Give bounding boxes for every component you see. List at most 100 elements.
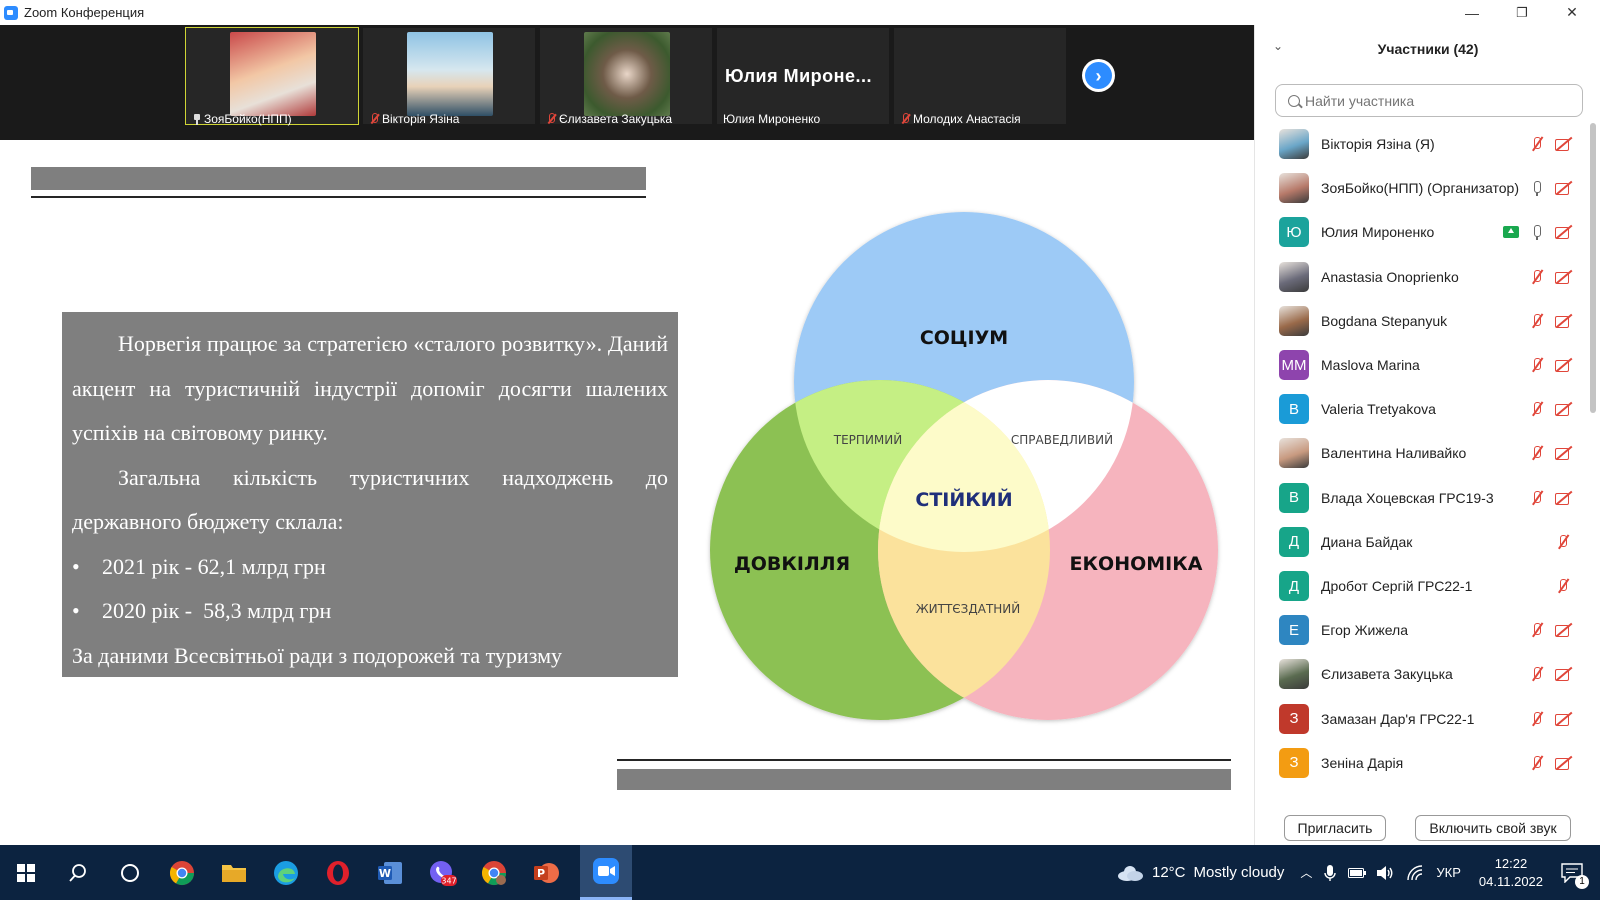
participant-row[interactable]: Валентина Наливайко bbox=[1255, 432, 1585, 476]
camera-off-icon[interactable] bbox=[1555, 490, 1571, 506]
mic-muted-icon[interactable] bbox=[1555, 534, 1571, 550]
camera-off-icon[interactable] bbox=[1555, 357, 1571, 373]
cloud-icon bbox=[1118, 865, 1143, 881]
avatar bbox=[1279, 305, 1309, 336]
mic-muted-icon[interactable] bbox=[1529, 313, 1545, 329]
participant-row[interactable]: Єлизавета Закуцька bbox=[1255, 653, 1585, 697]
powerpoint-icon[interactable]: P bbox=[528, 855, 564, 891]
minimize-button[interactable]: — bbox=[1448, 0, 1496, 25]
battery-icon[interactable] bbox=[1348, 867, 1367, 879]
camera-off-icon[interactable] bbox=[1555, 224, 1571, 240]
participant-row[interactable]: Д Диана Байдак bbox=[1255, 521, 1585, 565]
participant-video bbox=[407, 32, 493, 116]
viber-icon[interactable]: 347 bbox=[424, 855, 460, 891]
camera-off-icon[interactable] bbox=[1555, 136, 1571, 152]
slide-bullet: • 2021 рік - 62,1 млрд грн bbox=[72, 553, 326, 579]
chrome-icon[interactable] bbox=[164, 855, 200, 891]
camera-off-icon[interactable] bbox=[1555, 666, 1571, 682]
mic-muted-icon[interactable] bbox=[1529, 445, 1545, 461]
mic-muted-icon[interactable] bbox=[1529, 711, 1545, 727]
camera-off-icon[interactable] bbox=[1555, 313, 1571, 329]
participant-row[interactable]: Ю Юлия Мироненко bbox=[1255, 211, 1585, 255]
participant-row[interactable]: Anastasia Onoprienko bbox=[1255, 256, 1585, 300]
invite-button[interactable]: Пригласить bbox=[1284, 815, 1386, 841]
edge-icon[interactable] bbox=[268, 855, 304, 891]
mic-muted-icon[interactable] bbox=[1555, 578, 1571, 594]
video-thumbnail[interactable]: Молодих Анастасія bbox=[894, 28, 1066, 126]
participant-video bbox=[230, 32, 316, 116]
camera-off-icon[interactable] bbox=[1555, 622, 1571, 638]
panel-title: Участники (42) bbox=[1377, 41, 1479, 57]
restore-button[interactable]: ❐ bbox=[1498, 0, 1546, 25]
viber-badge: 347 bbox=[441, 877, 456, 886]
next-page-button[interactable]: › bbox=[1082, 59, 1115, 92]
search-icon[interactable] bbox=[60, 855, 96, 891]
participant-row[interactable]: ЗояБойко(НПП) (Организатор) bbox=[1255, 167, 1585, 211]
opera-icon[interactable] bbox=[320, 855, 356, 891]
language-indicator[interactable]: УКР bbox=[1436, 865, 1461, 880]
microphone-icon[interactable] bbox=[1529, 180, 1545, 197]
participant-row[interactable]: ММ Maslova Marina bbox=[1255, 344, 1585, 388]
video-thumbnail[interactable]: Юлия Мироне... Юлия Мироненко bbox=[717, 28, 889, 126]
file-explorer-icon[interactable] bbox=[216, 855, 252, 891]
mic-muted-icon[interactable] bbox=[1529, 666, 1545, 682]
participant-name: Диана Байдак bbox=[1321, 533, 1413, 550]
camera-off-icon[interactable] bbox=[1555, 269, 1571, 285]
cortana-icon[interactable] bbox=[112, 855, 148, 891]
video-thumbnail[interactable]: Вікторія Язіна bbox=[363, 28, 535, 126]
notification-icon[interactable]: 1 bbox=[1561, 862, 1590, 889]
video-thumbnail[interactable]: Єлизавета Закуцька bbox=[540, 28, 712, 126]
mic-muted-icon[interactable] bbox=[1529, 136, 1545, 152]
wifi-icon[interactable] bbox=[1406, 864, 1424, 881]
chevron-right-icon: › bbox=[1085, 62, 1112, 89]
weather-text[interactable]: Mostly cloudy bbox=[1194, 864, 1285, 881]
camera-off-icon[interactable] bbox=[1555, 401, 1571, 417]
chevron-up-icon[interactable]: ︿ bbox=[1300, 864, 1312, 881]
clock[interactable]: 12:22 04.11.2022 bbox=[1479, 855, 1543, 891]
venn-label-tolerable: ТЕРПИМИЙ bbox=[833, 432, 902, 447]
participant-search[interactable] bbox=[1275, 84, 1583, 117]
participant-name: Anastasia Onoprienko bbox=[1321, 268, 1459, 285]
participant-row[interactable]: Е Егор Жижела bbox=[1255, 609, 1585, 653]
camera-off-icon[interactable] bbox=[1555, 711, 1571, 727]
participant-row[interactable]: Вікторія Язіна (Я) bbox=[1255, 123, 1585, 167]
camera-off-icon[interactable] bbox=[1555, 180, 1571, 196]
venn-label-sustainable: СТІЙКИЙ bbox=[915, 488, 1012, 511]
mic-muted-icon[interactable] bbox=[1529, 622, 1545, 638]
microphone-icon[interactable] bbox=[1529, 224, 1545, 241]
zoom-taskbar-icon[interactable] bbox=[580, 845, 632, 900]
word-icon[interactable]: W bbox=[372, 855, 408, 891]
mic-muted-icon[interactable] bbox=[1529, 357, 1545, 373]
participant-name: Maslova Marina bbox=[1321, 357, 1420, 373]
mic-muted-icon[interactable] bbox=[1529, 269, 1545, 285]
avatar: В bbox=[1279, 482, 1309, 513]
scrollbar[interactable] bbox=[1590, 123, 1596, 413]
mic-muted-icon[interactable] bbox=[1529, 401, 1545, 417]
screen-share-icon bbox=[1503, 226, 1519, 239]
participant-row[interactable]: Bogdana Stepanyuk bbox=[1255, 300, 1585, 344]
participant-row[interactable]: Д Дробот Сергій ГРС22-1 bbox=[1255, 565, 1585, 609]
avatar: Д bbox=[1279, 526, 1309, 557]
venn-label-society: СОЦІУМ bbox=[920, 327, 1008, 349]
camera-off-icon[interactable] bbox=[1555, 445, 1571, 461]
close-button[interactable]: ✕ bbox=[1548, 0, 1596, 25]
windows-logo-icon bbox=[17, 864, 35, 882]
participant-row[interactable]: З Замазан Дар'я ГРС22-1 bbox=[1255, 698, 1585, 742]
mic-muted-icon[interactable] bbox=[1529, 755, 1545, 771]
participant-row[interactable]: З Зеніна Дарія bbox=[1255, 742, 1585, 786]
search-input[interactable] bbox=[1305, 92, 1575, 109]
chrome-profile-icon[interactable] bbox=[476, 855, 512, 891]
participant-row[interactable]: В Влада Хоцевская ГРС19-3 bbox=[1255, 477, 1585, 521]
camera-off-icon[interactable] bbox=[1555, 755, 1571, 771]
mic-muted-icon[interactable] bbox=[1529, 490, 1545, 506]
unmute-button[interactable]: Включить свой звук bbox=[1415, 815, 1571, 841]
thumbnail-name: Єлизавета Закуцька bbox=[559, 112, 673, 126]
microphone-icon[interactable] bbox=[1324, 864, 1337, 882]
volume-icon[interactable] bbox=[1376, 865, 1394, 881]
notification-count: 1 bbox=[1575, 874, 1590, 889]
participant-name: Вікторія Язіна (Я) bbox=[1321, 136, 1435, 152]
start-button[interactable] bbox=[8, 855, 44, 891]
slide-decor-bar bbox=[617, 769, 1231, 790]
participant-row[interactable]: B Valeria Tretyakova bbox=[1255, 388, 1585, 432]
video-thumbnail[interactable]: ЗояБойко(НПП) bbox=[185, 27, 359, 126]
